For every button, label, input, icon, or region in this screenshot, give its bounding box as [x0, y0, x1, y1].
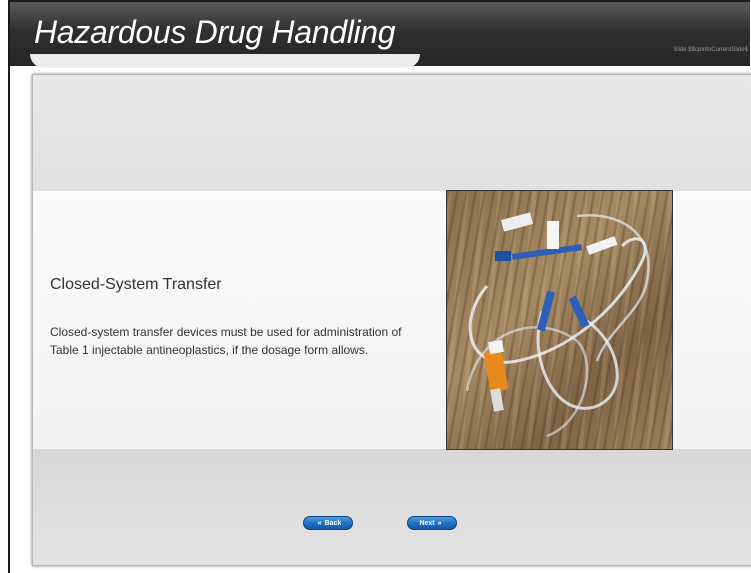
double-chevron-left-icon: «: [317, 519, 322, 527]
course-title: Hazardous Drug Handling: [34, 14, 396, 50]
course-player-frame: Hazardous Drug Handling Slide $$cpInfoCu…: [8, 0, 751, 573]
next-button-label: Next: [419, 519, 435, 527]
slide-top-band: [33, 75, 751, 191]
back-button-label: Back: [324, 519, 342, 527]
slide-content: Closed-System Transfer Closed-system tra…: [32, 74, 751, 566]
slide-body-text: Closed-system transfer devices must be u…: [50, 325, 402, 357]
slide-heading: Closed-System Transfer: [50, 276, 222, 293]
back-button[interactable]: « Back: [303, 516, 353, 530]
double-chevron-right-icon: »: [437, 519, 442, 527]
slide-counter: Slide $$cpInfoCurrentSlide$: [673, 47, 748, 53]
closed-system-device-photo: [446, 190, 673, 450]
header-tab: [30, 54, 420, 68]
next-button[interactable]: Next »: [407, 516, 457, 530]
device-illustration: [465, 212, 650, 438]
slide-bottom-band: [33, 449, 751, 565]
